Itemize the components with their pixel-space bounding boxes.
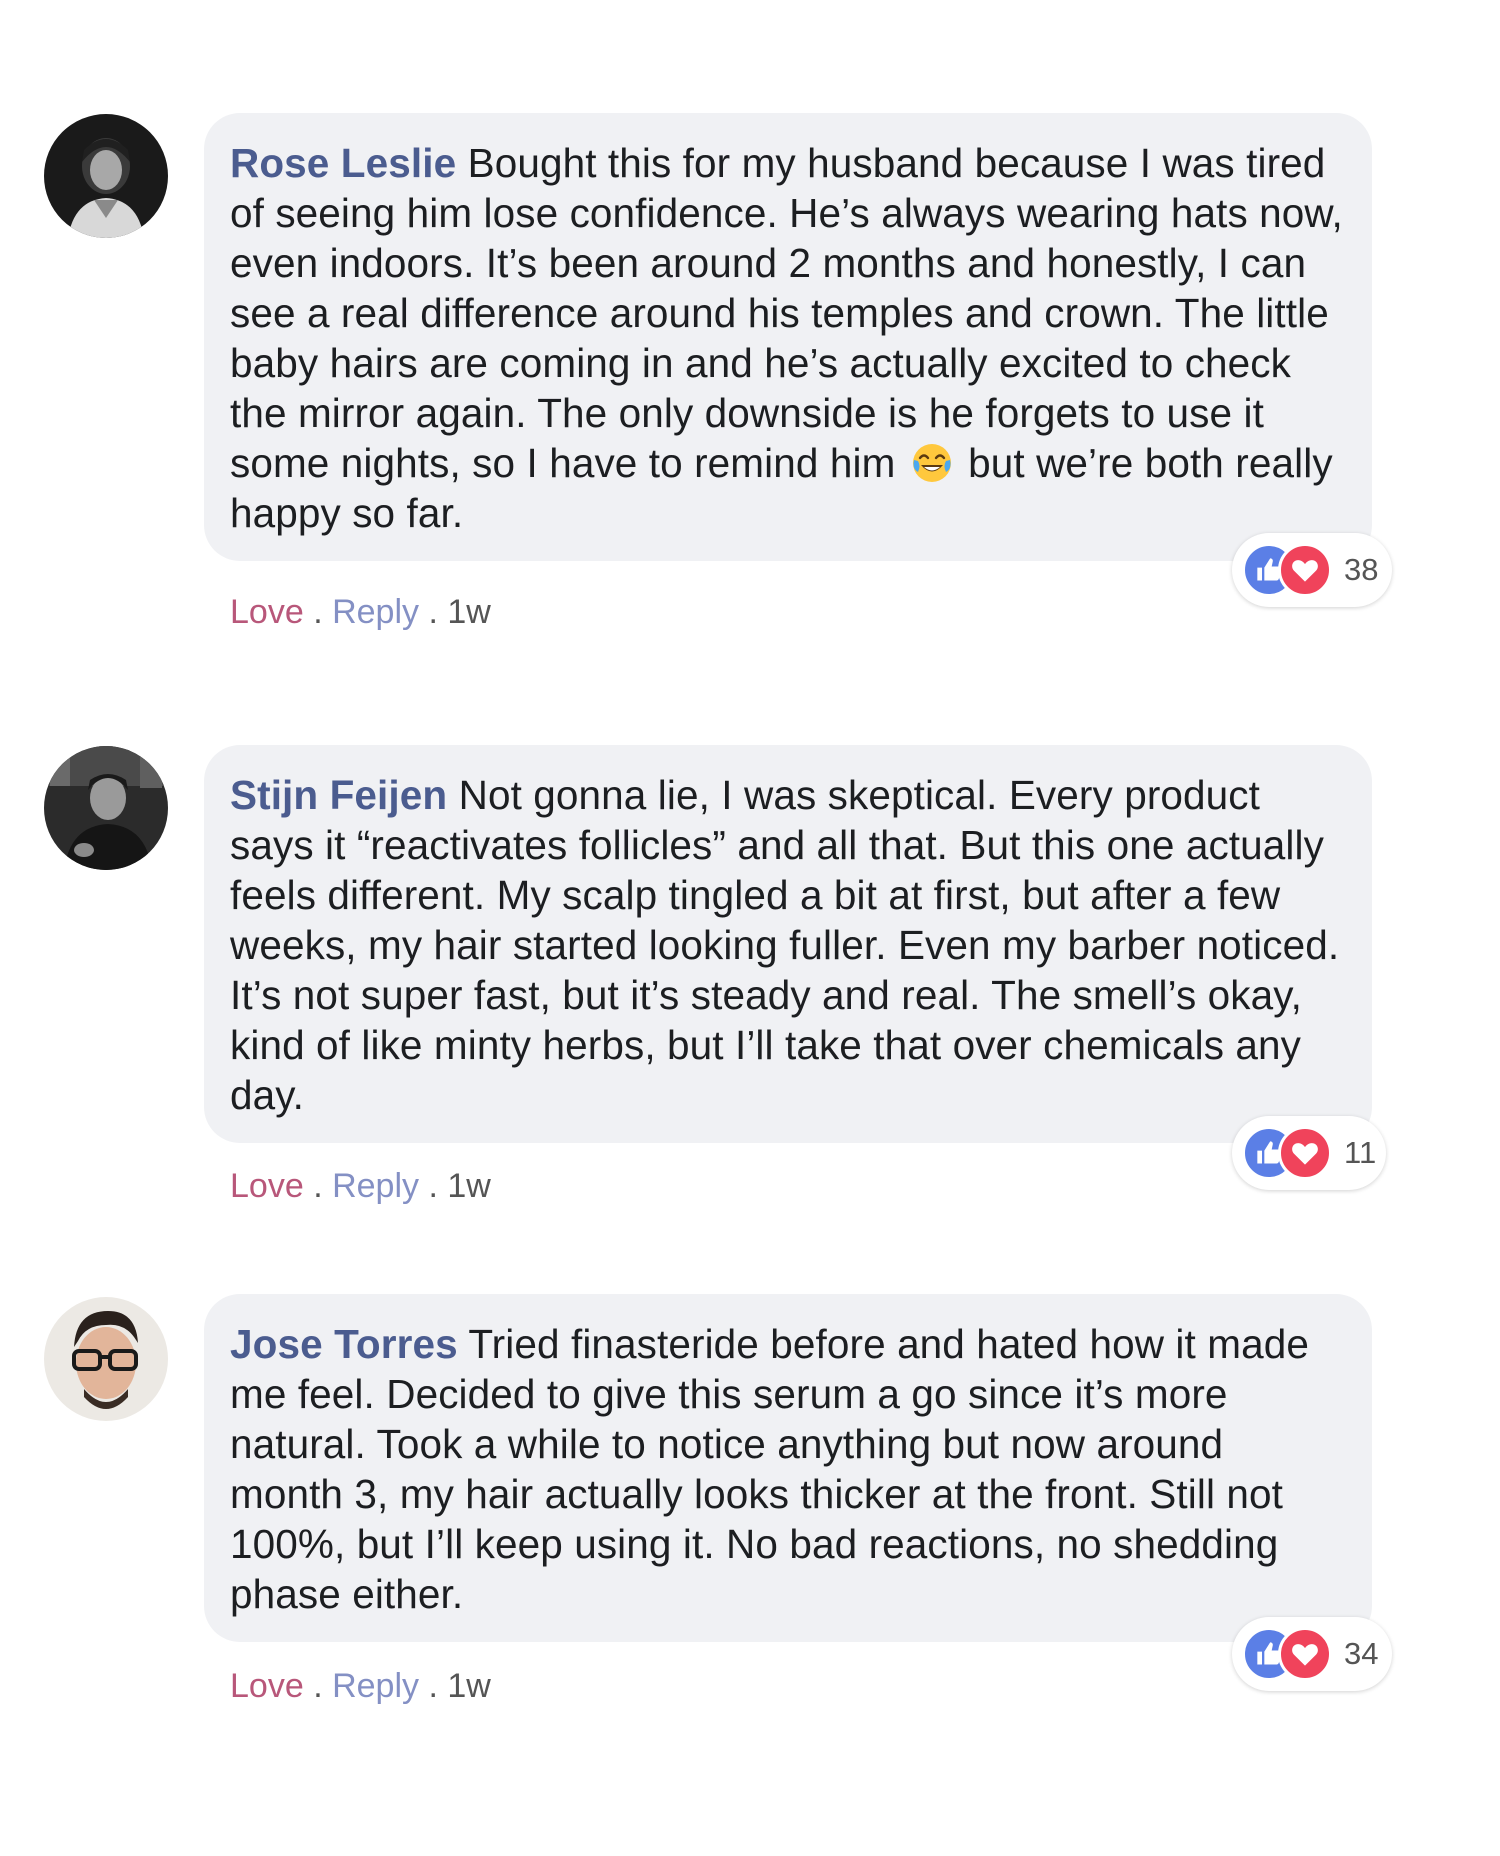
love-link[interactable]: Love bbox=[230, 593, 304, 631]
heart-icon bbox=[1278, 1126, 1332, 1180]
avatar[interactable] bbox=[44, 1297, 168, 1421]
separator: . bbox=[428, 593, 438, 631]
avatar-photo bbox=[44, 746, 168, 870]
comment-time[interactable]: 1w bbox=[447, 1667, 490, 1705]
reactions-summary[interactable]: 38 bbox=[1232, 533, 1392, 607]
face-with-tears-of-joy-icon bbox=[911, 442, 953, 484]
comment-text: Bought this for my husband because I was… bbox=[230, 140, 1343, 486]
love-link[interactable]: Love bbox=[230, 1167, 304, 1205]
reaction-count: 34 bbox=[1344, 1636, 1379, 1671]
comment-bubble: Rose Leslie Bought this for my husband b… bbox=[204, 113, 1372, 561]
comment-text: Not gonna lie, I was skeptical. Every pr… bbox=[230, 772, 1340, 1118]
comment-author[interactable]: Jose Torres bbox=[230, 1321, 458, 1367]
comment-time[interactable]: 1w bbox=[447, 1167, 490, 1205]
separator: . bbox=[313, 1167, 323, 1205]
reaction-count: 38 bbox=[1344, 552, 1379, 587]
separator: . bbox=[428, 1667, 438, 1705]
comment-time[interactable]: 1w bbox=[447, 593, 490, 631]
reply-link[interactable]: Reply bbox=[332, 593, 419, 631]
separator: . bbox=[313, 1667, 323, 1705]
avatar[interactable] bbox=[44, 114, 168, 238]
reply-link[interactable]: Reply bbox=[332, 1167, 419, 1205]
separator: . bbox=[428, 1167, 438, 1205]
comment-actions: Love . Reply . 1w bbox=[230, 1166, 491, 1206]
love-link[interactable]: Love bbox=[230, 1667, 304, 1705]
heart-icon bbox=[1278, 1627, 1332, 1681]
heart-icon bbox=[1278, 543, 1332, 597]
comment-author[interactable]: Rose Leslie bbox=[230, 140, 456, 186]
separator: . bbox=[313, 593, 323, 631]
comment-actions: Love . Reply . 1w bbox=[230, 592, 491, 632]
reactions-summary[interactable]: 11 bbox=[1232, 1116, 1386, 1190]
comment-bubble: Jose Torres Tried finasteride before and… bbox=[204, 1294, 1372, 1642]
comment-author[interactable]: Stijn Feijen bbox=[230, 772, 447, 818]
avatar-photo bbox=[44, 1297, 168, 1421]
reply-link[interactable]: Reply bbox=[332, 1667, 419, 1705]
comment-bubble: Stijn Feijen Not gonna lie, I was skepti… bbox=[204, 745, 1372, 1143]
reaction-count: 11 bbox=[1344, 1135, 1377, 1170]
avatar-photo bbox=[44, 114, 168, 238]
reactions-summary[interactable]: 34 bbox=[1232, 1617, 1392, 1691]
comment-actions: Love . Reply . 1w bbox=[230, 1666, 491, 1706]
avatar[interactable] bbox=[44, 746, 168, 870]
